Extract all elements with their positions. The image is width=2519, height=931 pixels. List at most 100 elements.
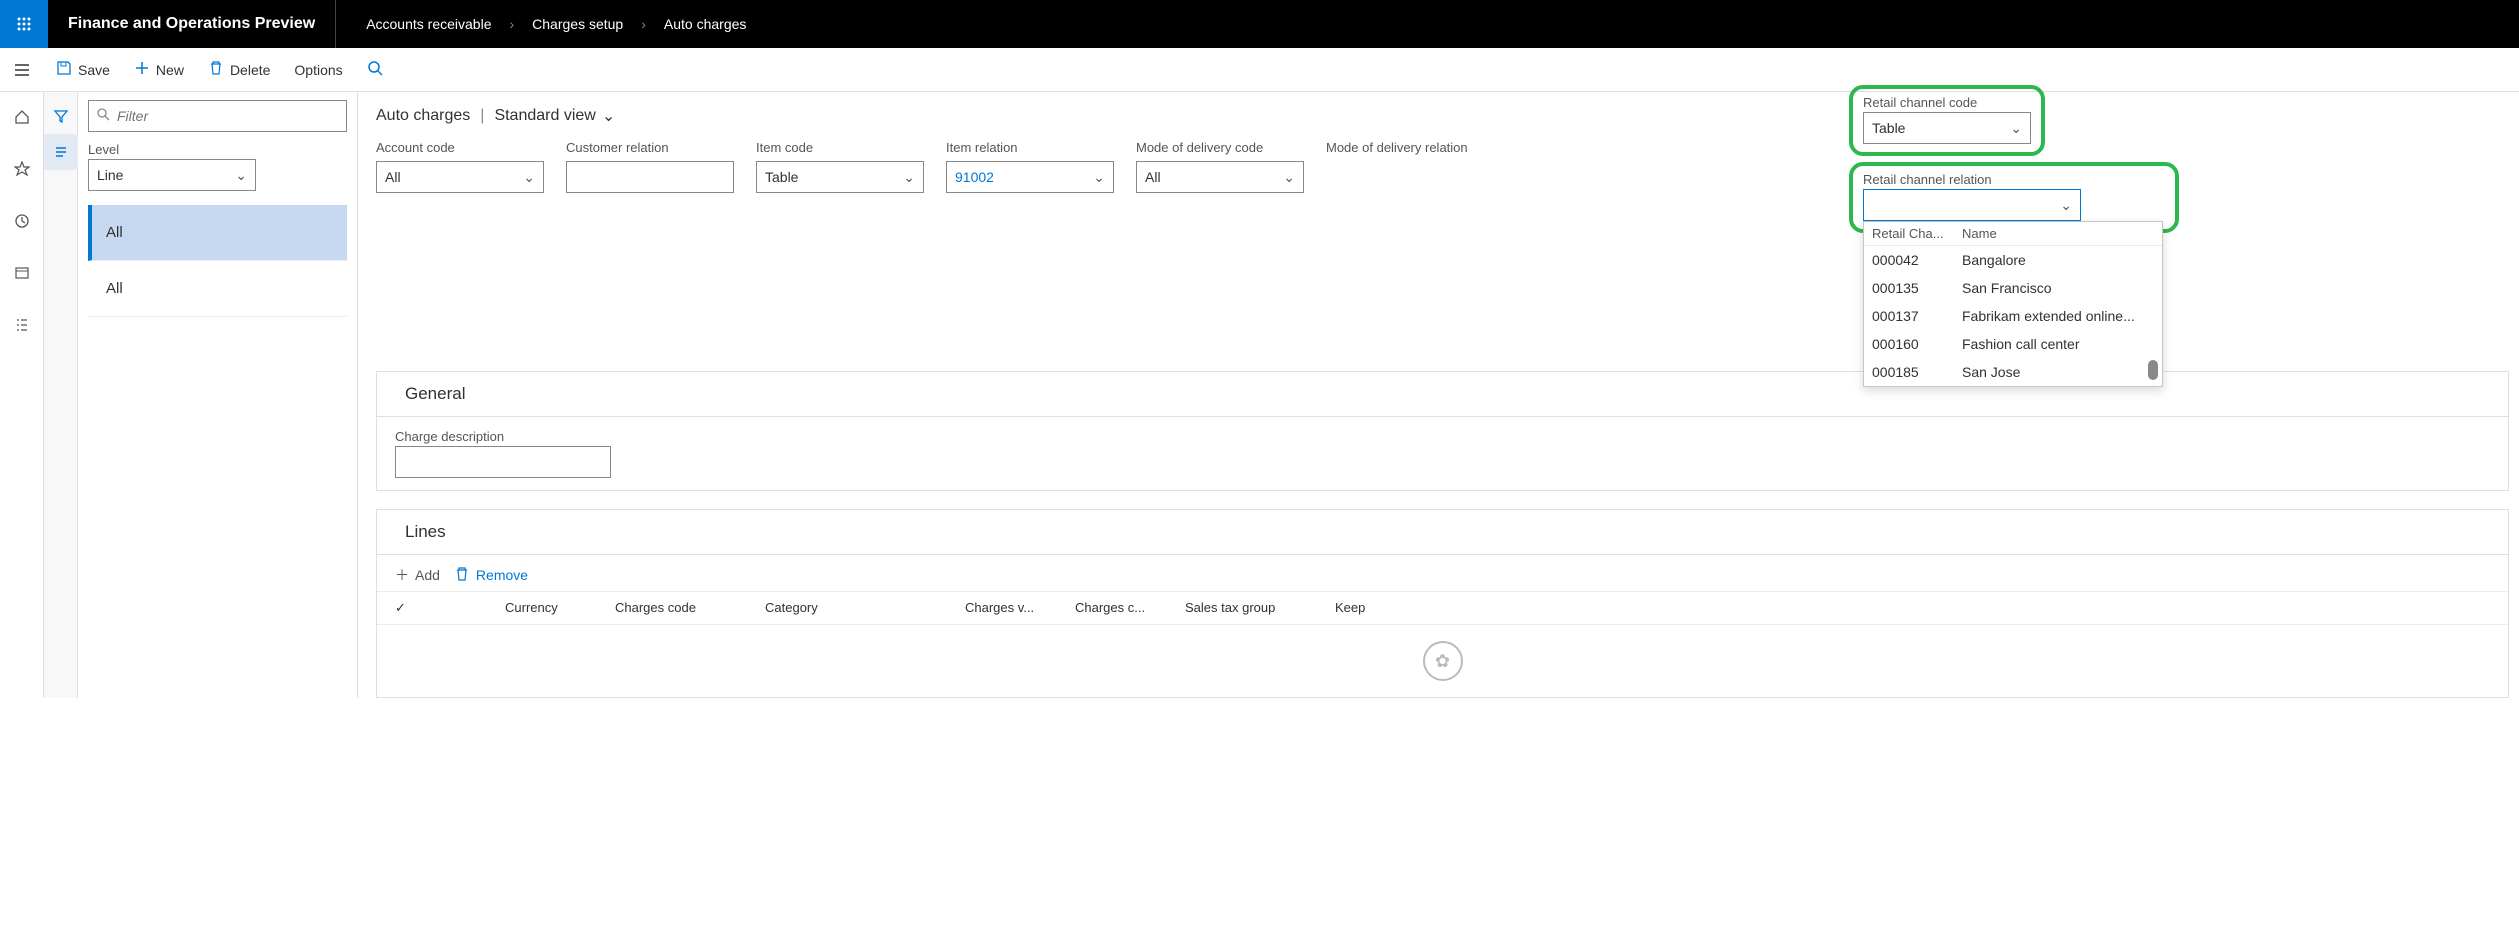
item-relation-select[interactable]: 91002 ⌄	[946, 161, 1114, 193]
recent-button[interactable]	[0, 204, 44, 238]
remove-line-button[interactable]: Remove	[454, 565, 528, 585]
waffle-icon	[16, 16, 32, 32]
account-code-select[interactable]: All ⌄	[376, 161, 544, 193]
funnel-icon	[53, 108, 69, 124]
new-label: New	[156, 62, 184, 78]
search-button[interactable]	[355, 60, 395, 79]
app-title: Finance and Operations Preview	[48, 0, 336, 48]
list-toggle[interactable]	[44, 134, 78, 170]
breadcrumb-item[interactable]: Auto charges	[664, 16, 747, 32]
general-section: General Charge description	[376, 371, 2509, 491]
chevron-down-icon: ⌄	[235, 167, 247, 184]
retail-channel-relation-label: Retail channel relation	[1863, 172, 2165, 187]
save-button[interactable]: Save	[44, 48, 122, 91]
mode-delivery-relation-label: Mode of delivery relation	[1326, 140, 1494, 155]
grid-header: ✓ Currency Charges code Category Charges…	[377, 591, 2508, 625]
filter-input[interactable]	[88, 100, 347, 132]
chevron-down-icon: ⌄	[903, 169, 915, 186]
view-selector[interactable]: Standard view ⌄	[494, 106, 615, 126]
dropdown-row[interactable]: 000160Fashion call center	[1864, 330, 2162, 358]
chevron-down-icon: ⌄	[2060, 197, 2072, 214]
col-sales-tax-group[interactable]: Sales tax group	[1185, 600, 1305, 616]
filter-toggle[interactable]	[44, 98, 78, 134]
menu-toggle[interactable]	[0, 62, 44, 78]
mode-delivery-relation-field[interactable]	[1326, 161, 1494, 193]
retail-channel-code-select[interactable]: Table ⌄	[1863, 112, 2031, 144]
chevron-right-icon: ›	[641, 16, 646, 32]
list-item[interactable]: All	[88, 205, 347, 261]
dropdown-row[interactable]: 000135San Francisco	[1864, 274, 2162, 302]
section-header[interactable]: General	[377, 372, 2508, 417]
item-code-select[interactable]: Table ⌄	[756, 161, 924, 193]
favorites-button[interactable]	[0, 152, 44, 186]
customer-relation-field[interactable]	[566, 161, 734, 193]
lines-section: Lines ＋ Add Remove ✓ Currency Charges co…	[376, 509, 2509, 698]
col-keep[interactable]: Keep	[1335, 600, 1415, 616]
level-select[interactable]: Line ⌄	[88, 159, 256, 191]
col-category[interactable]: Category	[765, 600, 935, 616]
delete-label: Delete	[230, 62, 270, 78]
chevron-down-icon: ⌄	[2010, 120, 2022, 137]
main-content: Auto charges | Standard view ⌄ Account c…	[358, 92, 2519, 698]
chevron-down-icon: ⌄	[1093, 169, 1105, 186]
retail-channel-relation-select[interactable]: ⌄	[1863, 189, 2081, 221]
list-item[interactable]: All	[88, 261, 347, 317]
breadcrumb: Accounts receivable › Charges setup › Au…	[336, 16, 746, 32]
add-line-button[interactable]: ＋ Add	[395, 565, 440, 585]
options-button[interactable]: Options	[282, 48, 354, 91]
search-icon	[96, 107, 112, 126]
highlight-retail-channel-relation: Retail channel relation ⌄ Retail Cha... …	[1849, 162, 2179, 233]
lines-icon	[53, 144, 69, 160]
app-launcher[interactable]	[0, 0, 48, 48]
list-icon	[14, 317, 30, 333]
customer-relation-label: Customer relation	[566, 140, 734, 155]
dropdown-row[interactable]: 000185San Jose	[1864, 358, 2162, 386]
col-charges-value[interactable]: Charges v...	[965, 600, 1045, 616]
main-layout: Level Line ⌄ All All Auto charges | Stan…	[0, 92, 2519, 698]
level-label: Level	[88, 142, 347, 157]
home-button[interactable]	[0, 100, 44, 134]
highlight-retail-channel-code: Retail channel code Table ⌄	[1849, 85, 2045, 156]
dropdown-body[interactable]: 000042Bangalore 000135San Francisco 0001…	[1864, 246, 2162, 386]
plus-icon	[134, 60, 150, 79]
filter-panel: Level Line ⌄ All All	[78, 92, 358, 698]
empty-state: ✿	[377, 625, 2508, 697]
confetti-icon: ✿	[1423, 641, 1463, 681]
col-currency[interactable]: Currency	[505, 600, 585, 616]
left-rail	[0, 92, 44, 698]
top-bar: Finance and Operations Preview Accounts …	[0, 0, 2519, 48]
workspaces-button[interactable]	[0, 256, 44, 290]
chevron-right-icon: ›	[509, 16, 514, 32]
retail-channel-code-label: Retail channel code	[1863, 95, 2031, 110]
retail-channel-dropdown: Retail Cha... Name 000042Bangalore 00013…	[1863, 221, 2163, 387]
breadcrumb-item[interactable]: Charges setup	[532, 16, 623, 32]
col-charges-c[interactable]: Charges c...	[1075, 600, 1155, 616]
mode-delivery-code-select[interactable]: All ⌄	[1136, 161, 1304, 193]
charge-description-input[interactable]	[395, 446, 611, 478]
workspace-icon	[14, 265, 30, 281]
clock-icon	[14, 213, 30, 229]
col-charges-code[interactable]: Charges code	[615, 600, 735, 616]
hamburger-icon	[14, 62, 30, 78]
trash-icon	[208, 60, 224, 79]
options-label: Options	[294, 62, 342, 78]
dropdown-col-header: Retail Cha...	[1872, 226, 1962, 241]
modules-button[interactable]	[0, 308, 44, 342]
delete-button[interactable]: Delete	[196, 48, 282, 91]
plus-icon: ＋	[395, 565, 409, 585]
search-icon	[367, 60, 383, 76]
item-code-label: Item code	[756, 140, 924, 155]
star-icon	[14, 161, 30, 177]
section-header[interactable]: Lines	[377, 510, 2508, 555]
checkmark-icon[interactable]: ✓	[395, 600, 475, 616]
dropdown-row[interactable]: 000137Fabrikam extended online...	[1864, 302, 2162, 330]
chevron-down-icon: ⌄	[602, 106, 615, 126]
scrollbar-thumb[interactable]	[2148, 360, 2158, 380]
trash-icon	[454, 566, 470, 585]
chevron-down-icon: ⌄	[1283, 169, 1295, 186]
chevron-down-icon: ⌄	[523, 169, 535, 186]
new-button[interactable]: New	[122, 48, 196, 91]
dropdown-row[interactable]: 000042Bangalore	[1864, 246, 2162, 274]
level-value: Line	[97, 167, 123, 183]
breadcrumb-item[interactable]: Accounts receivable	[366, 16, 491, 32]
